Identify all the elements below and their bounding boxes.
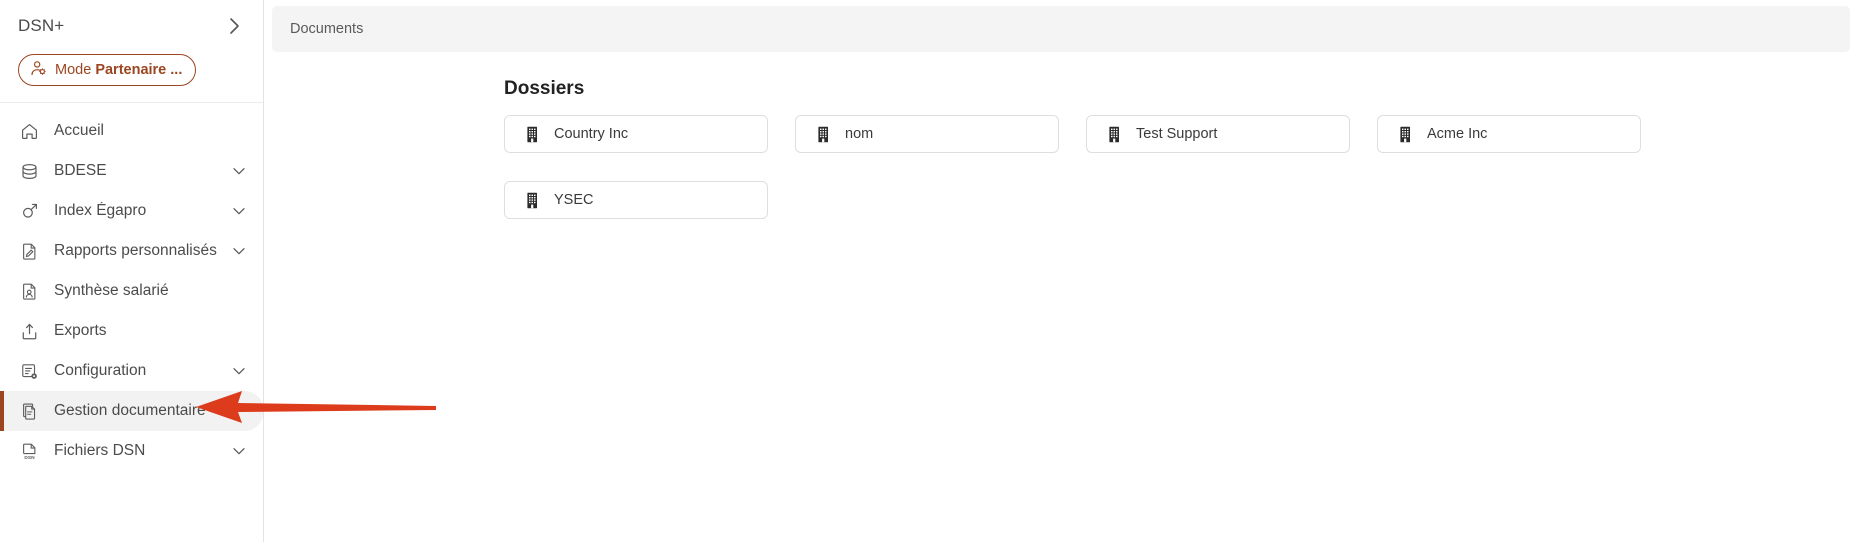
sidebar-nav: Accueil BDESE Index Égapro Rapports personn… (0, 103, 263, 471)
folder-card[interactable]: nom (795, 115, 1059, 153)
building-icon (524, 192, 541, 209)
sidebar-item-index-gapro[interactable]: Index Égapro (0, 191, 263, 231)
chevron-down-icon[interactable] (229, 161, 249, 181)
building-icon (1397, 126, 1414, 143)
folder-card-label: Country Inc (554, 126, 629, 142)
building-icon (1106, 126, 1123, 143)
partner-mode-wrap: Mode Partenaire ... (0, 54, 263, 86)
sidebar-item-label: Index Égapro (54, 202, 147, 219)
building-icon (524, 126, 541, 143)
sidebar-item-label: Configuration (54, 362, 147, 379)
folder-card-label: Acme Inc (1427, 126, 1488, 142)
folder-card-grid: Country Inc nom Test Support Acme Inc YSEC (504, 115, 1696, 219)
sidebar-item-label: Fichiers DSN (54, 442, 146, 459)
file-user-icon (18, 280, 40, 302)
sidebar-item-label: Gestion documentaire (54, 402, 206, 419)
database-icon (18, 160, 40, 182)
sidebar-brand-row: DSN+ (0, 0, 263, 52)
sidebar-item-synth-se-salari[interactable]: Synthèse salarié (0, 271, 263, 311)
sidebar-item-fichiers-dsn[interactable]: DSN Fichiers DSN (0, 431, 263, 471)
partner-mode-label: Mode Partenaire ... (55, 62, 182, 78)
sidebar-item-label: BDESE (54, 162, 107, 179)
file-pencil-icon (18, 240, 40, 262)
sidebar-item-label: Exports (54, 322, 107, 339)
brand-title: DSN+ (18, 16, 65, 35)
partner-mode-button[interactable]: Mode Partenaire ... (18, 54, 197, 86)
sidebar: DSN+ Mode Partenaire ... Accueil BDESE I… (0, 0, 264, 542)
main-content: Documents Dossiers Country Inc nom Test Su… (264, 0, 1858, 542)
folder-card-label: nom (845, 126, 874, 142)
folder-card[interactable]: Country Inc (504, 115, 768, 153)
sidebar-item-label: Synthèse salarié (54, 282, 169, 299)
content-topbar: Documents (272, 6, 1850, 52)
app-root: DSN+ Mode Partenaire ... Accueil BDESE I… (0, 0, 1858, 542)
section-title-dossiers: Dossiers (504, 78, 585, 99)
sidebar-item-label: Rapports personnalisés (54, 242, 217, 259)
sidebar-item-accueil[interactable]: Accueil (0, 111, 263, 151)
sidebar-item-configuration[interactable]: Configuration (0, 351, 263, 391)
folder-card[interactable]: Test Support (1086, 115, 1350, 153)
sidebar-item-exports[interactable]: Exports (0, 311, 263, 351)
chevron-down-icon[interactable] (229, 201, 249, 221)
documents-icon (18, 400, 40, 422)
building-icon (815, 126, 832, 143)
dsn-file-icon: DSN (18, 440, 40, 462)
folder-card-label: YSEC (554, 192, 594, 208)
sidebar-item-gestion-documentaire[interactable]: Gestion documentaire (0, 391, 263, 431)
user-gear-icon (30, 60, 47, 81)
svg-text:DSN: DSN (24, 454, 35, 460)
partner-mode-label-normal: Mode (55, 62, 96, 78)
partner-mode-label-bold: Partenaire ... (95, 62, 183, 78)
chevron-down-icon[interactable] (229, 441, 249, 461)
chevron-down-icon[interactable] (229, 241, 249, 261)
documents-panel: Dossiers Country Inc nom Test Support Acme … (264, 52, 1858, 219)
folder-card-label: Test Support (1136, 126, 1218, 142)
home-icon (18, 120, 40, 142)
folder-card[interactable]: Acme Inc (1377, 115, 1641, 153)
sidebar-item-rapports-personnalis-s[interactable]: Rapports personnalisés (0, 231, 263, 271)
folder-card[interactable]: YSEC (504, 181, 768, 219)
gender-icon (18, 200, 40, 222)
chevron-down-icon[interactable] (229, 361, 249, 381)
upload-box-icon (18, 320, 40, 342)
sidebar-item-label: Accueil (54, 122, 104, 139)
sidebar-item-bdese[interactable]: BDESE (0, 151, 263, 191)
tab-documents[interactable]: Documents (290, 21, 363, 37)
list-gear-icon (18, 360, 40, 382)
chevron-right-icon[interactable] (223, 15, 245, 37)
